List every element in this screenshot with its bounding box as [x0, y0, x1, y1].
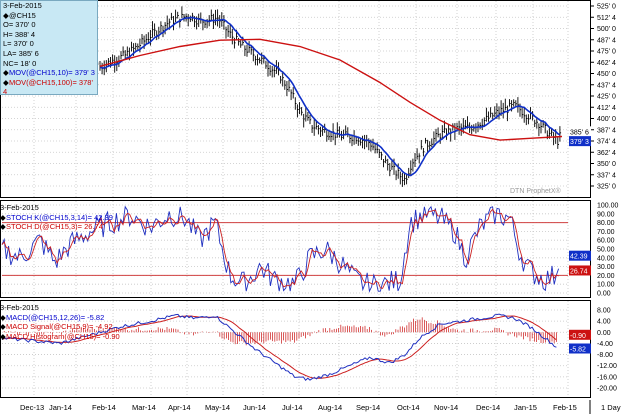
- stoch-tick-label: 90.00: [597, 211, 615, 218]
- hist-row: ◆MACD Histogram(@CH15)= -0.90: [0, 332, 150, 342]
- x-month-label: Nov-14: [434, 403, 458, 412]
- stoch-tick-label: 10.00: [597, 282, 615, 289]
- price-tick-label: 374' 4: [597, 139, 616, 146]
- price-tick-label: 525' 0: [597, 4, 616, 11]
- x-month-label: Jun-14: [243, 403, 266, 412]
- last-price-text: 385' 6: [570, 129, 589, 136]
- open-value: O= 370' 0: [3, 20, 36, 30]
- stoch-tick-label: 50.00: [597, 247, 615, 254]
- x-month-label: Jan-14: [49, 403, 72, 412]
- macd-tick-label: -16.00: [597, 374, 617, 381]
- stoch-d-row: ◆STOCH D(@CH15,3)= 26.74: [0, 222, 160, 232]
- macd-tick-label: -20.00: [597, 386, 617, 393]
- ma100-label: MOV(@CH15,100)= 378' 4: [3, 77, 93, 97]
- stoch-d-label: STOCH D(@CH15,3)= 26.74: [6, 222, 103, 232]
- stoch-d-value-text: 26.74: [570, 268, 588, 275]
- x-month-label: Oct-14: [397, 403, 420, 412]
- stoch-k-label: STOCH K(@CH15,3,14)= 42.39: [6, 212, 113, 222]
- chart-window: 525' 0 512' 4 500' 0 487' 4 475' 0 462' 4 450'…: [0, 0, 624, 414]
- ma100-row: ◆MOV(@CH15,100)= 378' 4: [3, 78, 97, 97]
- price-tick-label: 437' 4: [597, 82, 616, 89]
- price-tick-label: 362' 4: [597, 150, 616, 157]
- ma10-value-text: 379' 3: [570, 139, 589, 146]
- macd-tick-label: 0.00: [597, 330, 611, 337]
- price-tick-label: 325' 0: [597, 184, 616, 191]
- x-month-label: Apr-14: [168, 403, 191, 412]
- stoch-tick-label: 0.00: [597, 291, 611, 298]
- price-tick-label: 512' 4: [597, 15, 616, 22]
- macd-tick-label: -8.00: [597, 352, 613, 359]
- macd-row: ◆MACD(@CH15,12,26)= -5.82: [0, 313, 150, 323]
- macd-tick-label: -12.00: [597, 363, 617, 370]
- low-value: L= 370' 0: [3, 39, 34, 49]
- signal-label: MACD Signal(@CH15,9)= -4.92: [6, 322, 113, 332]
- price-tick-label: 425' 0: [597, 94, 616, 101]
- x-month-label: Feb-15: [553, 403, 577, 412]
- price-tick-label: 387' 4: [597, 127, 616, 134]
- macd-legend: 3-Feb-2015 ◆MACD(@CH15,12,26)= -5.82 ◆MA…: [0, 303, 150, 343]
- price-tick-label: 500' 0: [597, 26, 616, 33]
- stoch-tick-label: 70.00: [597, 229, 615, 236]
- macd-date: 3-Feb-2015: [0, 303, 39, 312]
- stoch-tick-label: 60.00: [597, 238, 615, 245]
- price-tick-label: 450' 0: [597, 71, 616, 78]
- macd-tick-label: -4.00: [597, 341, 613, 348]
- price-date: 3-Feb-2015: [3, 1, 42, 10]
- x-month-label: May-14: [205, 403, 230, 412]
- period-label: 1 Day: [601, 403, 621, 412]
- x-month-label: Mar-14: [132, 403, 156, 412]
- x-month-label: Dec-14: [476, 403, 500, 412]
- x-axis-labels: Dec-13 Jan-14 Feb-14 Mar-14 Apr-14 May-14 Jun-…: [20, 400, 621, 414]
- x-month-label: Feb-14: [92, 403, 116, 412]
- last-value: LA= 385' 6: [3, 48, 39, 58]
- hist-label: MACD Histogram(@CH15)= -0.90: [6, 331, 120, 341]
- stoch-tick-label: 80.00: [597, 220, 615, 227]
- macd-hist-value-text: -0.90: [570, 333, 586, 340]
- price-tick-label: 337' 4: [597, 172, 616, 179]
- price-tick-label: 462' 4: [597, 60, 616, 67]
- x-month-label: Sep-14: [356, 403, 380, 412]
- ma10-label: MOV(@CH15,10)= 379' 3: [9, 68, 95, 78]
- price-tick-label: 350' 0: [597, 161, 616, 168]
- x-month-label: Dec-13: [20, 403, 44, 412]
- stoch-k-value-text: 42.39: [570, 254, 588, 261]
- macd-tick-label: 4.00: [597, 319, 611, 326]
- x-month-label: Aug-14: [318, 403, 342, 412]
- stoch-tick-label: 100.00: [597, 203, 619, 210]
- macd-value-text: -5.82: [570, 346, 586, 353]
- price-tick-label: 475' 0: [597, 49, 616, 56]
- stoch-tick-label: 30.00: [597, 264, 615, 271]
- stoch-legend: 3-Feb-2015 ◆STOCH K(@CH15,3,14)= 42.39 ◆…: [0, 203, 160, 233]
- price-tick-label: 487' 4: [597, 37, 616, 44]
- stoch-date: 3-Feb-2015: [0, 203, 39, 212]
- stoch-tick-label: 20.00: [597, 273, 615, 280]
- net-change-value: NC= 18' 0: [3, 58, 37, 68]
- macd-tick-label: 8.00: [597, 308, 611, 315]
- high-value: H= 388' 4: [3, 29, 36, 39]
- watermark: DTN ProphetX®: [510, 187, 562, 195]
- stoch-tick-label: 40.00: [597, 255, 615, 262]
- signal-row: ◆MACD Signal(@CH15,9)= -4.92: [0, 322, 150, 332]
- macd-label: MACD(@CH15,12,26)= -5.82: [6, 312, 105, 322]
- x-month-label: Jul-14: [282, 403, 302, 412]
- x-month-label: Jan-15: [514, 403, 537, 412]
- legend-symbol-row: ◆@CH15: [3, 11, 97, 21]
- price-tick-label: 400' 0: [597, 116, 616, 123]
- stoch-k-row: ◆STOCH K(@CH15,3,14)= 42.39: [0, 213, 160, 223]
- price-legend: 3-Feb-2015 ◆@CH15 O= 370' 0 H= 388' 4 L=…: [0, 0, 98, 97]
- price-tick-label: 412' 4: [597, 105, 616, 112]
- symbol-text: @CH15: [9, 10, 36, 20]
- ma10-row: ◆MOV(@CH15,10)= 379' 3: [3, 68, 97, 78]
